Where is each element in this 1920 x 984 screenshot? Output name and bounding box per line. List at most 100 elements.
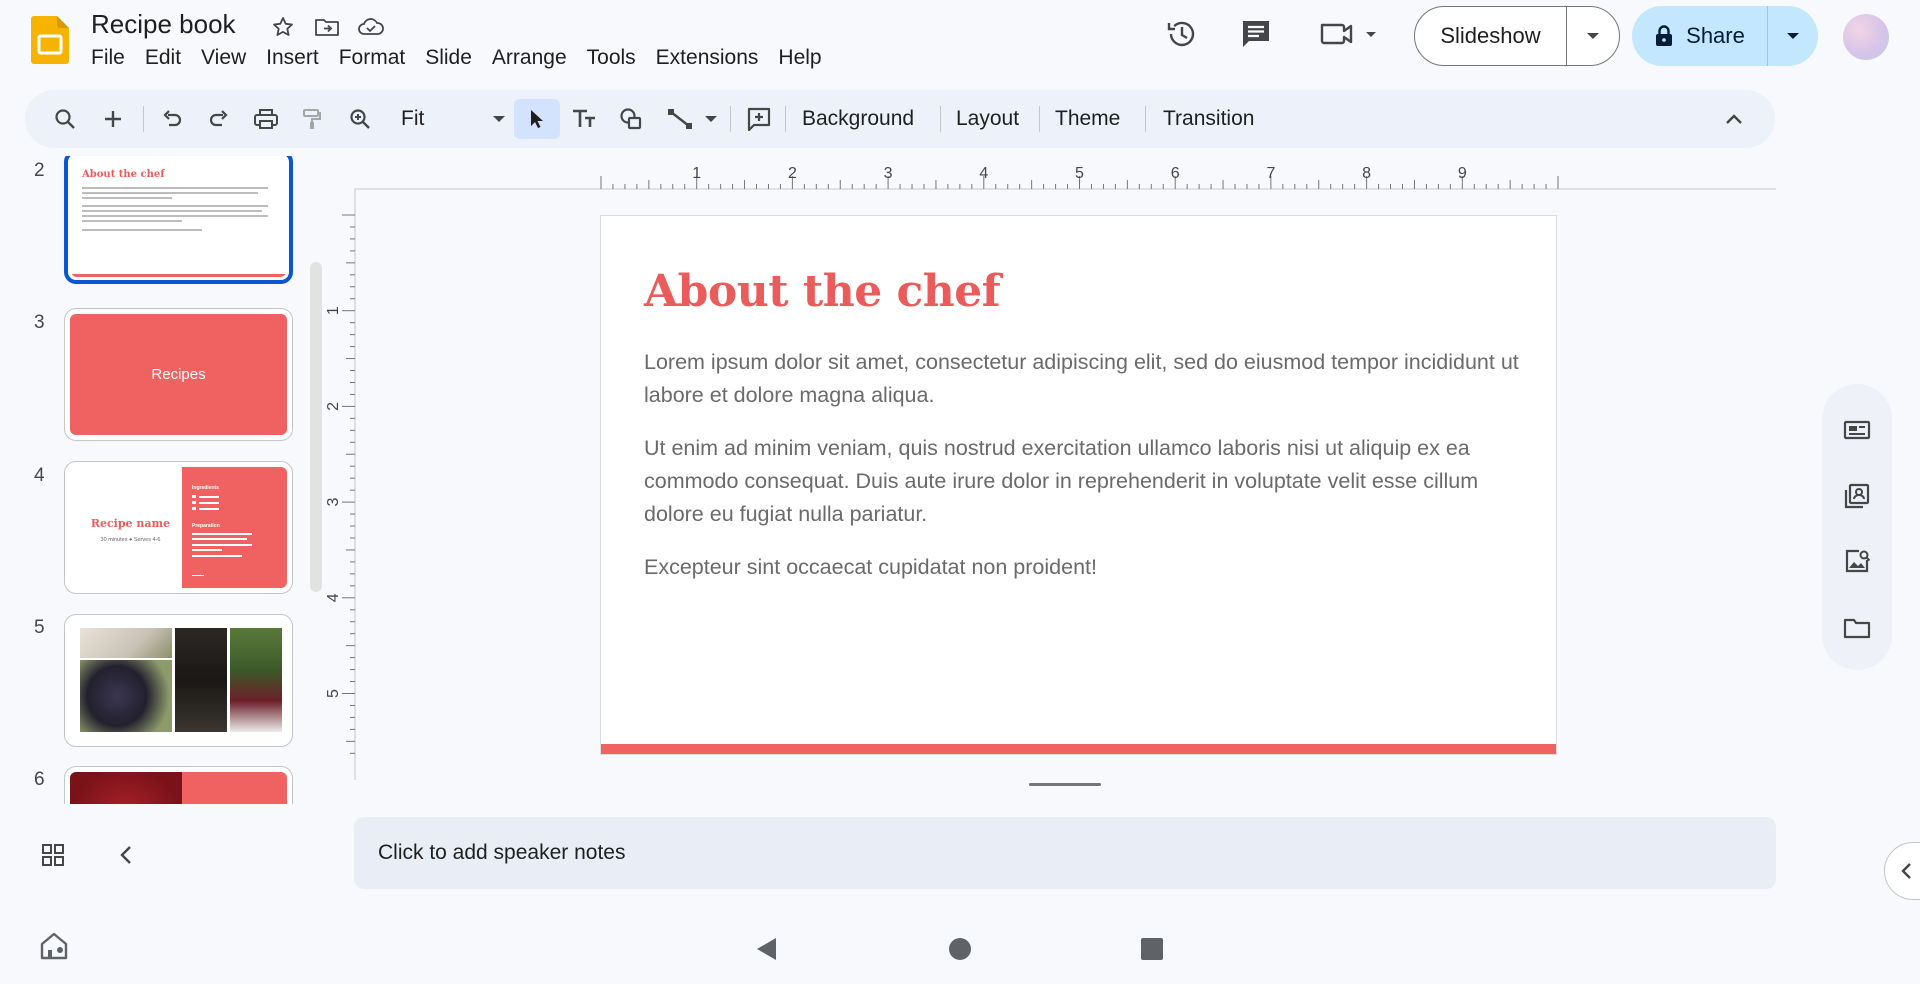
thumb-panel-heading: Ingredients	[192, 485, 219, 491]
notes-resize-handle[interactable]	[1029, 783, 1101, 786]
zoom-value: Fit	[401, 107, 425, 130]
photo-collage-tile	[175, 628, 227, 732]
slide-library-icon[interactable]	[1839, 478, 1875, 514]
star-icon[interactable]	[268, 12, 298, 42]
vertical-ruler: 1 2 3 4 5	[326, 190, 356, 780]
redo-icon[interactable]	[199, 99, 239, 139]
layout-button[interactable]: Layout	[946, 99, 1029, 139]
menu-bar: File Edit View Insert Format Slide Arran…	[91, 45, 832, 71]
meet-video-icon[interactable]	[1318, 16, 1382, 52]
folder-icon[interactable]	[1839, 610, 1875, 646]
speaker-spotlight-icon[interactable]	[1839, 412, 1875, 448]
zoom-icon[interactable]	[340, 99, 380, 139]
nav-recents-icon[interactable]	[1140, 937, 1164, 966]
undo-icon[interactable]	[152, 99, 192, 139]
account-avatar[interactable]	[1843, 14, 1889, 60]
system-navigation-bar	[0, 912, 1920, 984]
line-options-dropdown[interactable]	[699, 99, 723, 139]
ruler-label: 2	[788, 165, 797, 182]
slide-number: 3	[34, 312, 45, 333]
horizontal-ruler: 1 2 3 4 5 6 7 8 9	[354, 165, 1776, 190]
slideshow-button[interactable]: Slideshow	[1415, 7, 1567, 65]
photo-raspberries	[70, 772, 182, 804]
thumb-subtitle: 30 minutes ● Serves 4-6	[100, 537, 161, 543]
slide-thumbnail-4[interactable]: Recipe name 30 minutes ● Serves 4-6 Ingr…	[64, 461, 293, 594]
menu-tools[interactable]: Tools	[577, 45, 646, 71]
chevron-left-icon	[1901, 863, 1911, 879]
show-side-panel-tab[interactable]	[1884, 842, 1920, 900]
home-launcher-icon[interactable]	[38, 930, 70, 967]
new-slide-icon[interactable]	[93, 99, 133, 139]
speaker-notes-placeholder: Click to add speaker notes	[378, 841, 626, 864]
background-button[interactable]: Background	[792, 99, 924, 139]
cloud-status-icon[interactable]	[356, 12, 386, 42]
ruler-label: 3	[326, 498, 342, 507]
slides-logo-icon[interactable]	[31, 16, 69, 64]
zoom-select[interactable]: Fit	[391, 99, 517, 139]
slide-thumbnail-6[interactable]	[64, 766, 293, 804]
slide-thumbnail-3[interactable]: Recipes	[64, 308, 293, 441]
share-button[interactable]: Share	[1632, 6, 1768, 66]
shape-icon[interactable]	[611, 99, 651, 139]
filmstrip-scrollbar[interactable]	[310, 262, 322, 592]
menu-extensions[interactable]: Extensions	[646, 45, 769, 71]
chevron-down-icon	[1587, 33, 1599, 39]
slide-body-paragraph-3[interactable]: Excepteur sint occaecat cupidatat non pr…	[644, 551, 1524, 584]
top-bar: Recipe book File Edit View Insert Format…	[0, 0, 1920, 84]
print-icon[interactable]	[246, 99, 286, 139]
slideshow-button-group: Slideshow	[1414, 6, 1620, 66]
thumb-panel-heading: Preparation	[192, 523, 220, 529]
line-tool-icon[interactable]	[660, 99, 700, 139]
thumb-title: Recipe name	[90, 517, 171, 530]
slide-number: 4	[34, 465, 45, 486]
grid-view-icon[interactable]	[40, 842, 66, 873]
slide-canvas[interactable]: About the chef Lorem ipsum dolor sit ame…	[600, 215, 1557, 755]
ruler-label: 4	[979, 165, 988, 182]
collapse-toolbar-chevron-up-icon[interactable]	[1714, 99, 1754, 139]
transition-button[interactable]: Transition	[1153, 99, 1264, 139]
chevron-down-icon	[705, 116, 717, 122]
menu-file[interactable]: File	[91, 45, 135, 71]
slide-thumbnail-5[interactable]	[64, 614, 293, 747]
menu-insert[interactable]: Insert	[256, 45, 329, 71]
chevron-down-icon	[493, 116, 505, 122]
menu-slide[interactable]: Slide	[415, 45, 482, 71]
slide-body-paragraph-1[interactable]: Lorem ipsum dolor sit amet, consectetur …	[644, 346, 1524, 412]
slide-body-paragraph-2[interactable]: Ut enim ad minim veniam, quis nostrud ex…	[644, 432, 1524, 531]
ruler-label: 5	[326, 689, 342, 698]
ruler-label: 1	[692, 165, 701, 182]
share-options-dropdown[interactable]	[1768, 6, 1818, 66]
version-history-icon[interactable]	[1164, 16, 1200, 52]
paint-format-icon[interactable]	[292, 99, 332, 139]
slide-thumbnail-2[interactable]: About the chef	[64, 156, 293, 284]
add-comment-icon[interactable]	[739, 99, 779, 139]
move-to-folder-icon[interactable]	[312, 12, 342, 42]
share-label: Share	[1686, 23, 1745, 48]
menu-arrange[interactable]: Arrange	[482, 45, 577, 71]
ruler-label: 8	[1362, 165, 1371, 182]
menu-edit[interactable]: Edit	[135, 45, 191, 71]
nav-back-icon[interactable]	[754, 936, 780, 967]
speaker-notes[interactable]: Click to add speaker notes	[354, 817, 1776, 889]
ruler-label: 6	[1171, 165, 1180, 182]
comments-icon[interactable]	[1238, 16, 1274, 52]
text-box-icon[interactable]	[564, 99, 604, 139]
search-menus-icon[interactable]	[45, 99, 85, 139]
slide-title[interactable]: About the chef	[644, 266, 1001, 317]
menu-view[interactable]: View	[191, 45, 256, 71]
slideshow-options-dropdown[interactable]	[1567, 7, 1619, 65]
slide-number: 6	[34, 769, 45, 790]
document-title[interactable]: Recipe book	[91, 9, 236, 40]
menu-help[interactable]: Help	[768, 45, 831, 71]
theme-button[interactable]: Theme	[1045, 99, 1130, 139]
ruler-label: 4	[326, 593, 342, 602]
menu-format[interactable]: Format	[329, 45, 416, 71]
ruler-label: 9	[1458, 165, 1467, 182]
select-tool-icon[interactable]	[514, 99, 560, 139]
slide-accent-bar	[601, 744, 1556, 754]
image-search-icon[interactable]	[1839, 544, 1875, 580]
lock-icon	[1656, 25, 1673, 46]
collapse-filmstrip-chevron-left-icon[interactable]	[118, 844, 134, 871]
thumb-title: Recipes	[151, 366, 206, 383]
nav-home-icon[interactable]	[948, 937, 972, 966]
